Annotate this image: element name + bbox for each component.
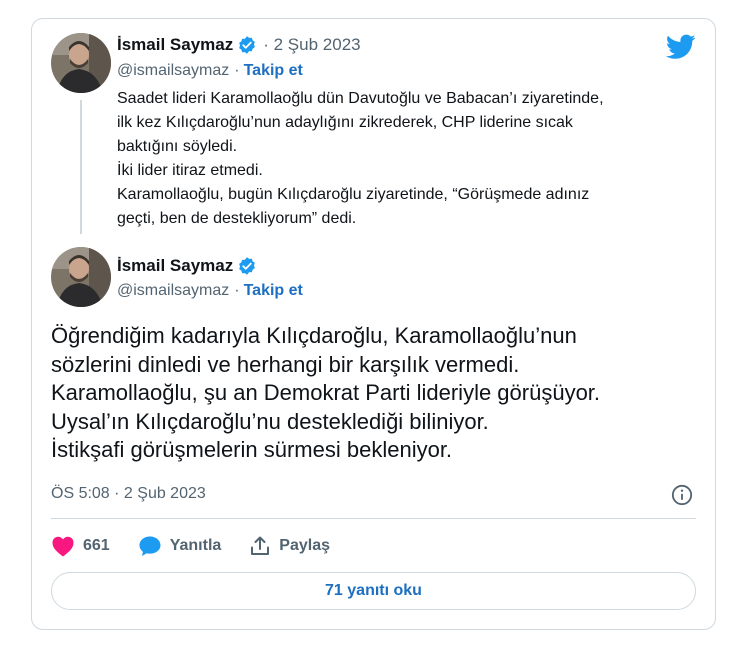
author-name[interactable]: İsmail Saymaz bbox=[117, 35, 233, 55]
reply-label: Yanıtla bbox=[169, 537, 222, 554]
tweet-text-line: Öğrendiğim kadarıyla Kılıçdaroğlu, Karam… bbox=[51, 323, 577, 348]
tweet-text-line: İstikşafi görüşmelerin sürmesi bekleniyo… bbox=[51, 437, 453, 462]
avatar[interactable] bbox=[51, 33, 111, 93]
tweet-text-line: baktığını söyledi. bbox=[117, 138, 238, 155]
twitter-bird-icon[interactable] bbox=[666, 34, 696, 60]
main-author-row: İsmail Saymaz bbox=[117, 256, 257, 276]
tweet-text-line: ilk kez Kılıçdaroğlu’nun adaylığını zikr… bbox=[117, 114, 573, 131]
tweet-date[interactable]: · 2 Şub 2023 bbox=[263, 35, 360, 55]
main-tweet-text: Öğrendiğim kadarıyla Kılıçdaroğlu, Karam… bbox=[51, 322, 691, 465]
tweet-text-line: Uysal’ın Kılıçdaroğlu’nu desteklediği bi… bbox=[51, 408, 489, 434]
quoted-author-row: İsmail Saymaz · 2 Şub 2023 bbox=[117, 35, 361, 55]
read-replies-button[interactable]: 71 yanıtı oku bbox=[51, 572, 696, 610]
author-handle[interactable]: @ismailsaymaz bbox=[117, 62, 229, 80]
like-count: 661 bbox=[83, 537, 110, 554]
quoted-tweet-text: Saadet lideri Karamollaoğlu dün Davutoğl… bbox=[117, 87, 687, 231]
tweet-text-line: geçti, ben de destekliyorum” dedi. bbox=[117, 210, 357, 227]
separator-dot: · bbox=[234, 282, 240, 299]
tweet-text-line: Karamollaoğlu, bugün Kılıçdaroğlu ziyare… bbox=[117, 186, 590, 203]
verified-badge-icon bbox=[239, 36, 256, 54]
tweet-timestamp[interactable]: ÖS 5:08 · 2 Şub 2023 bbox=[51, 485, 206, 503]
quoted-handle-row: @ismailsaymaz · Takip et bbox=[117, 62, 303, 80]
action-bar: 661 Yanıtla Paylaş bbox=[51, 533, 358, 559]
thread-connector-line bbox=[80, 100, 82, 234]
divider bbox=[51, 518, 696, 519]
share-upload-icon bbox=[251, 536, 270, 555]
tweet-text-line: sözlerini dinledi ve herhangi bir karşıl… bbox=[51, 351, 520, 377]
follow-link[interactable]: Takip et bbox=[244, 282, 303, 300]
author-handle[interactable]: @ismailsaymaz bbox=[117, 282, 229, 300]
tweet-text-line: Karamollaoğlu, şu an Demokrat Parti lide… bbox=[51, 380, 601, 405]
tweet-text-line: İki lider itiraz etmedi. bbox=[117, 162, 263, 179]
follow-link[interactable]: Takip et bbox=[244, 62, 303, 80]
verified-badge-icon bbox=[239, 257, 256, 275]
separator-dot: · bbox=[234, 62, 240, 79]
author-name[interactable]: İsmail Saymaz bbox=[117, 256, 233, 276]
avatar[interactable] bbox=[51, 247, 111, 307]
reply-button[interactable]: Yanıtla bbox=[138, 535, 222, 557]
tweet-text-line: Saadet lideri Karamollaoğlu dün Davutoğl… bbox=[117, 90, 604, 107]
share-button[interactable]: Paylaş bbox=[249, 535, 330, 557]
info-icon[interactable] bbox=[671, 484, 693, 506]
share-label: Paylaş bbox=[279, 537, 330, 554]
main-handle-row: @ismailsaymaz · Takip et bbox=[117, 282, 303, 300]
heart-icon bbox=[52, 536, 74, 557]
like-button[interactable]: 661 bbox=[51, 535, 110, 557]
speech-bubble-icon bbox=[139, 536, 161, 556]
